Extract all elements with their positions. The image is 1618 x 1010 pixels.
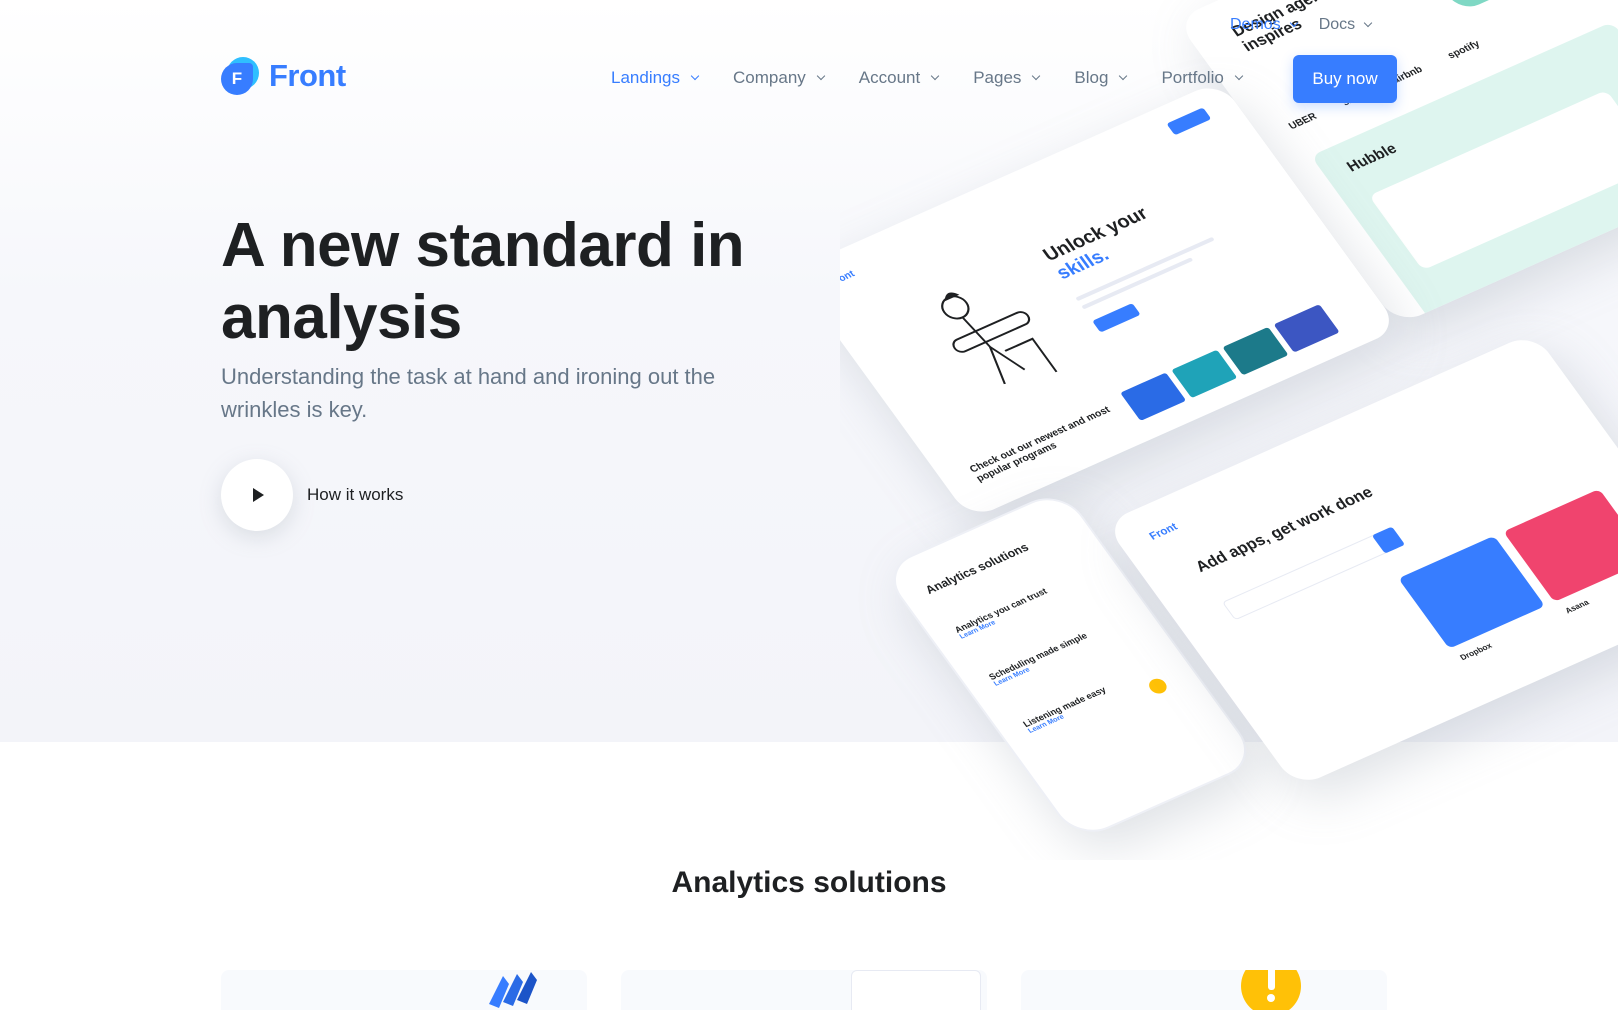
phone-item-3: Listening made easy [1021, 684, 1108, 730]
front-logo-icon: F [221, 57, 259, 95]
solution-cards [221, 970, 1387, 1010]
nav-item-portfolio[interactable]: Portfolio [1161, 68, 1244, 88]
play-label: How it works [307, 485, 404, 504]
phone-item-2: Scheduling made simple [986, 630, 1090, 682]
nav-item-company[interactable]: Company [733, 68, 826, 88]
nav-label: Pages [973, 68, 1022, 87]
brand-logo[interactable]: F Front [221, 57, 346, 95]
main-nav: Landings Company Account Pages Blog Port… [611, 68, 1244, 88]
chevron-down-icon [1234, 71, 1244, 81]
hero-mockups: Design agency that inspires UBER slack a… [840, 0, 1618, 860]
brand-name: Front [269, 58, 346, 93]
how-it-works-button[interactable]: How it works [221, 459, 403, 531]
exclamation-bubble-icon [1241, 970, 1301, 1010]
phone-link-1: Learn More [958, 619, 998, 641]
app-card-dropbox: Dropbox [1458, 641, 1494, 663]
chevron-down-icon [930, 71, 940, 81]
nav-label: Company [733, 68, 806, 87]
phone-title: Analytics solutions [922, 540, 1032, 597]
nav-label: Account [858, 68, 921, 87]
chevron-down-icon [1032, 71, 1041, 81]
play-button[interactable] [221, 459, 293, 531]
topbar: Demos Docs [1230, 16, 1373, 34]
solution-card-analytics[interactable] [221, 970, 587, 1010]
docs-link[interactable]: Docs [1318, 16, 1373, 34]
demos-label: Demos [1230, 16, 1281, 33]
hero-subtitle: Understanding the task at hand and ironi… [221, 364, 716, 422]
apps-brand: Front [1147, 521, 1181, 543]
chevron-down-icon [816, 71, 826, 81]
calendar-icon [851, 970, 981, 1010]
illustration-climber-icon [941, 292, 1058, 385]
nav-label: Landings [611, 68, 681, 87]
chevron-down-icon [1363, 18, 1373, 28]
logo-spotify: spotify [1445, 38, 1483, 62]
chevron-down-icon [1289, 18, 1298, 28]
nav-item-pages[interactable]: Pages [973, 68, 1041, 88]
section-title: Analytics solutions [671, 866, 947, 899]
nav-item-landings[interactable]: Landings [611, 68, 700, 88]
nav-item-account[interactable]: Account [858, 68, 940, 88]
chevron-down-icon [690, 71, 700, 81]
nav-item-blog[interactable]: Blog [1074, 68, 1128, 88]
solution-card-listening[interactable] [1021, 970, 1387, 1010]
solution-card-scheduling[interactable] [621, 970, 987, 1010]
phone-link-2: Learn More [992, 666, 1032, 688]
app-card-asana: Asana [1563, 598, 1591, 616]
hero-title: A new standard in analysis [221, 211, 745, 352]
analytics-arrows-icon [489, 972, 537, 1008]
phone-link-3: Learn More [1027, 713, 1066, 735]
docs-label: Docs [1318, 16, 1356, 33]
play-icon [253, 488, 264, 502]
chevron-down-icon [1119, 71, 1128, 81]
buy-now-button[interactable]: Buy now [1293, 55, 1397, 103]
nav-label: Blog [1074, 68, 1109, 87]
phone-item-1: Analytics you can trust [952, 586, 1050, 635]
hubble-title: Hubble [1343, 140, 1401, 176]
nav-label: Portfolio [1161, 68, 1224, 87]
logo-uber: UBER [1286, 111, 1320, 132]
tablet-brand: Front [840, 268, 858, 289]
demos-link[interactable]: Demos [1230, 16, 1298, 34]
